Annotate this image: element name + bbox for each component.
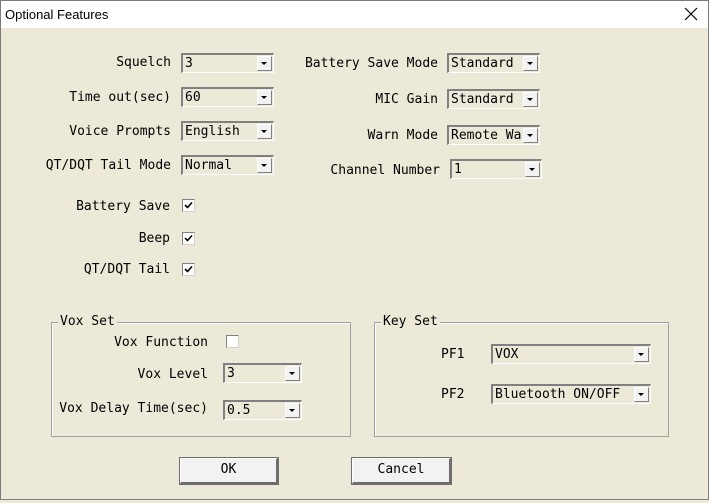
vox-level-label: Vox Level [137,367,208,382]
checkmark-icon [184,201,193,209]
squelch-label: Squelch [116,55,171,70]
dropdown-arrow-icon[interactable] [257,158,272,173]
vox-delay-time-select[interactable]: 0.5 [223,400,302,420]
qt-dqt-tail-label: QT/DQT Tail [83,262,170,277]
dropdown-arrow-icon[interactable] [523,92,538,107]
pf1-select[interactable]: VOX [491,344,651,364]
mic-gain-select[interactable]: Standard [447,89,540,109]
warn-mode-select[interactable]: Remote Wa [447,125,540,145]
key-set-title: Key Set [381,314,440,329]
title-bar: Optional Features [1,1,708,28]
squelch-value: 3 [185,56,193,71]
battery-save-label: Battery Save [76,199,170,214]
pf2-label: PF2 [441,387,465,402]
mic-gain-label: MIC Gain [375,92,438,107]
ok-button[interactable]: OK [179,457,279,485]
close-icon[interactable] [682,5,700,23]
warn-mode-label: Warn Mode [367,128,438,143]
dropdown-arrow-icon[interactable] [523,56,538,71]
optional-features-dialog: Optional Features Squelch 3 Time out(sec… [0,0,709,500]
vox-function-checkbox[interactable] [226,335,239,348]
timeout-value: 60 [185,90,201,105]
vox-delay-time-value: 0.5 [227,403,251,418]
qt-dqt-tail-mode-select[interactable]: Normal [181,155,274,175]
vox-function-label: Vox Function [114,335,208,350]
dropdown-arrow-icon[interactable] [257,90,272,105]
dropdown-arrow-icon[interactable] [525,162,540,177]
mic-gain-value: Standard [451,92,514,107]
timeout-select[interactable]: 60 [181,87,274,107]
channel-number-select[interactable]: 1 [450,159,542,179]
dropdown-arrow-icon[interactable] [257,124,272,139]
pf2-value: Bluetooth ON/OFF [495,387,621,402]
checkmark-icon [184,265,193,273]
dropdown-arrow-icon[interactable] [257,56,272,71]
pf1-value: VOX [495,347,519,362]
dropdown-arrow-icon[interactable] [285,403,300,418]
vox-level-value: 3 [227,366,235,381]
pf1-label: PF1 [441,347,465,362]
squelch-select[interactable]: 3 [181,53,274,73]
qt-dqt-tail-checkbox[interactable] [182,263,195,276]
beep-label: Beep [138,231,170,246]
dialog-title: Optional Features [5,7,109,22]
channel-number-value: 1 [454,162,462,177]
battery-save-mode-label: Battery Save Mode [304,56,438,71]
qt-dqt-tail-mode-label: QT/DQT Tail Mode [45,158,171,173]
battery-save-checkbox[interactable] [182,199,195,212]
checkmark-icon [184,234,193,242]
battery-save-mode-select[interactable]: Standard [447,53,540,73]
warn-mode-value: Remote Wa [451,128,522,143]
dropdown-arrow-icon[interactable] [285,366,300,381]
timeout-label: Time out(sec) [69,90,171,105]
channel-number-label: Channel Number [330,163,440,178]
battery-save-mode-value: Standard [451,56,514,71]
dropdown-arrow-icon[interactable] [523,128,538,143]
cancel-button[interactable]: Cancel [351,457,452,485]
vox-delay-time-label: Vox Delay Time(sec) [59,401,208,416]
pf2-select[interactable]: Bluetooth ON/OFF [491,384,651,404]
vox-set-title: Vox Set [58,314,117,329]
background-strip [0,499,709,503]
dropdown-arrow-icon[interactable] [634,387,649,402]
voice-prompts-label: Voice Prompts [69,124,171,139]
vox-level-select[interactable]: 3 [223,363,302,383]
dropdown-arrow-icon[interactable] [634,347,649,362]
voice-prompts-value: English [185,124,240,139]
voice-prompts-select[interactable]: English [181,121,274,141]
key-set-group: Key Set [374,314,669,437]
qt-dqt-tail-mode-value: Normal [185,158,232,173]
beep-checkbox[interactable] [182,232,195,245]
